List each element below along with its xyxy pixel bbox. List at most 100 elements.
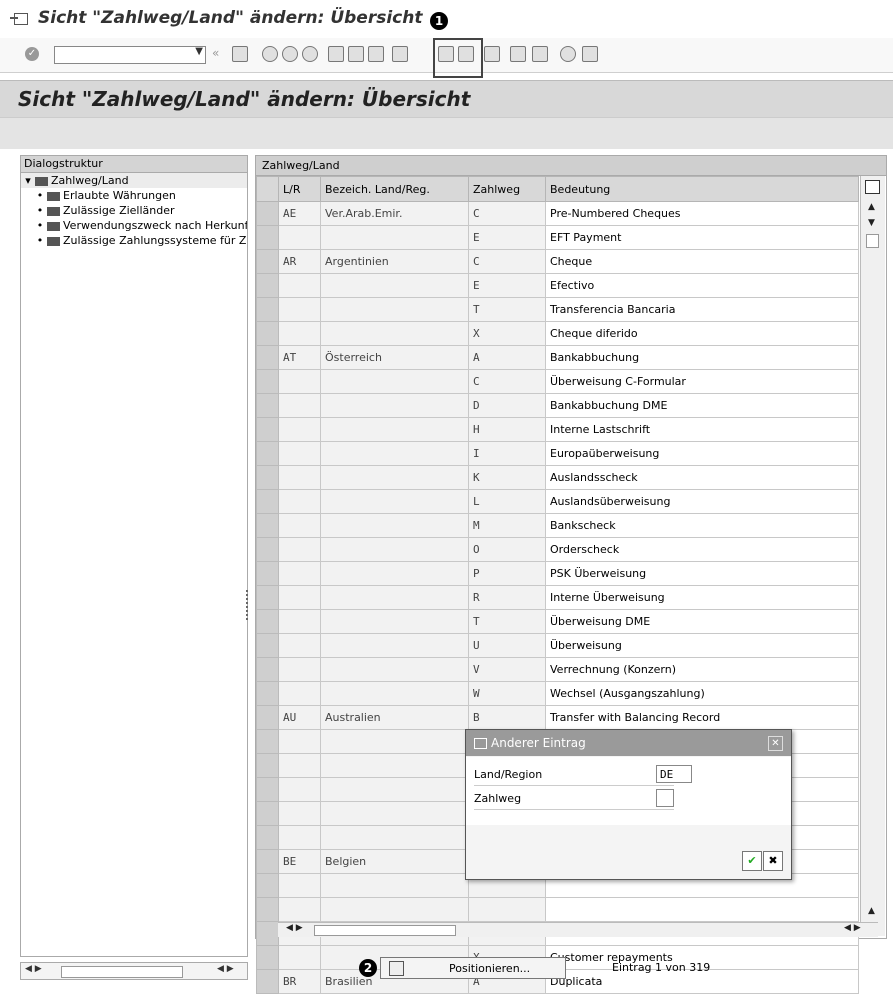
row-selector[interactable] xyxy=(256,441,279,466)
row-selector[interactable] xyxy=(256,657,279,682)
splitter-handle[interactable] xyxy=(246,590,252,620)
cancel-x-icon[interactable]: ✖ xyxy=(763,851,783,871)
table-horizontal-scrollbar[interactable]: ◀ ▶ ◀ ▶ xyxy=(278,922,878,937)
cell-bedeutung[interactable]: Europaüberweisung xyxy=(545,441,859,466)
row-selector[interactable] xyxy=(256,393,279,418)
table-row[interactable]: U Überweisung xyxy=(256,633,859,658)
close-icon[interactable]: ✕ xyxy=(768,736,783,751)
left-horizontal-scrollbar[interactable]: ◀ ▶ ◀ ▶ xyxy=(20,962,248,980)
expand-arrow-icon[interactable]: ▾ xyxy=(21,173,35,188)
checkmark-icon[interactable]: ✔ xyxy=(742,851,762,871)
table-row[interactable]: C Überweisung C-Formular xyxy=(256,369,859,394)
table-row[interactable]: T Transferencia Bancaria xyxy=(256,297,859,322)
row-selector[interactable] xyxy=(256,489,279,514)
dropdown-icon[interactable]: ▼ xyxy=(195,46,203,57)
table-row[interactable]: H Interne Lastschrift xyxy=(256,417,859,442)
row-selector[interactable] xyxy=(256,609,279,634)
table-row[interactable]: AE Ver.Arab.Emir. C Pre-Numbered Cheques xyxy=(256,201,859,226)
row-selector[interactable] xyxy=(256,321,279,346)
table-row[interactable]: E EFT Payment xyxy=(256,225,859,250)
print-icon[interactable] xyxy=(328,46,344,62)
command-field[interactable]: ▼ xyxy=(54,46,206,64)
select-all-header[interactable] xyxy=(256,176,279,202)
row-selector[interactable] xyxy=(256,561,279,586)
cell-bedeutung[interactable]: Bankscheck xyxy=(545,513,859,538)
cell-bedeutung[interactable]: Cheque diferido xyxy=(545,321,859,346)
cell-bedeutung[interactable]: Überweisung C-Formular xyxy=(545,369,859,394)
table-row[interactable]: T Überweisung DME xyxy=(256,609,859,634)
save-icon[interactable] xyxy=(232,46,248,62)
row-selector[interactable] xyxy=(256,369,279,394)
cell-bedeutung[interactable]: Efectivo xyxy=(545,273,859,298)
last-page-icon[interactable] xyxy=(484,46,500,62)
cell-bedeutung[interactable]: Interne Überweisung xyxy=(545,585,859,610)
cell-bedeutung[interactable]: Pre-Numbered Cheques xyxy=(545,201,859,226)
column-header-bedeutung[interactable]: Bedeutung xyxy=(545,176,859,202)
column-header-name[interactable]: Bezeich. Land/Reg. xyxy=(320,176,469,202)
table-row[interactable]: V Verrechnung (Konzern) xyxy=(256,657,859,682)
row-selector[interactable] xyxy=(256,705,279,730)
table-row[interactable]: AT Österreich A Bankabbuchung xyxy=(256,345,859,370)
vertical-scrollbar[interactable]: ▲ ▼ ▲ ▼ xyxy=(860,176,885,936)
table-row[interactable]: AU Australien B Transfer with Balancing Rec… xyxy=(256,705,859,730)
cell-bedeutung[interactable]: Bankabbuchung DME xyxy=(545,393,859,418)
row-selector[interactable] xyxy=(256,825,279,850)
row-selector[interactable] xyxy=(256,513,279,538)
row-selector[interactable] xyxy=(256,345,279,370)
window-menu-icon[interactable] xyxy=(10,13,28,25)
row-selector[interactable] xyxy=(256,897,279,922)
row-selector[interactable] xyxy=(256,873,279,898)
cell-bedeutung[interactable]: EFT Payment xyxy=(545,225,859,250)
find-next-icon[interactable] xyxy=(368,46,384,62)
tree-item-zahlweg-land[interactable]: ▾ Zahlweg/Land xyxy=(21,173,247,188)
scroll-right-icon[interactable]: ◀ ▶ xyxy=(217,964,234,974)
row-selector[interactable] xyxy=(256,801,279,826)
table-row[interactable]: X Cheque diferido xyxy=(256,321,859,346)
row-selector[interactable] xyxy=(256,753,279,778)
column-settings-icon[interactable] xyxy=(865,180,880,194)
table-row[interactable]: E Efectivo xyxy=(256,273,859,298)
tree-item-zahlungssysteme[interactable]: •Zulässige Zahlungssysteme für Zahlwege xyxy=(21,233,247,248)
table-row[interactable]: AR Argentinien C Cheque xyxy=(256,249,859,274)
land-region-input[interactable]: DE xyxy=(656,765,692,783)
row-selector[interactable] xyxy=(256,681,279,706)
help-icon[interactable] xyxy=(560,46,576,62)
cell-bedeutung[interactable]: Auslandsscheck xyxy=(545,465,859,490)
column-header-zahlweg[interactable]: Zahlweg xyxy=(468,176,546,202)
tree-item-zulaessige-ziellaender[interactable]: • Zulässige Zielländer xyxy=(21,203,247,218)
table-row[interactable]: I Europaüberweisung xyxy=(256,441,859,466)
shortcut-icon[interactable] xyxy=(532,46,548,62)
cell-bedeutung[interactable]: Verrechnung (Konzern) xyxy=(545,657,859,682)
row-selector[interactable] xyxy=(256,921,279,946)
exit-icon[interactable] xyxy=(282,46,298,62)
scroll-down-icon[interactable]: ▼ xyxy=(868,218,875,228)
cell-bedeutung[interactable]: Auslandsüberweisung xyxy=(545,489,859,514)
scroll-thumb[interactable] xyxy=(61,966,183,978)
row-selector[interactable] xyxy=(256,537,279,562)
scroll-left-icon[interactable]: ◀ ▶ xyxy=(25,964,42,974)
row-selector[interactable] xyxy=(256,465,279,490)
scroll-up-icon[interactable]: ▲ xyxy=(868,202,875,212)
cell-bedeutung[interactable]: Transfer with Balancing Record xyxy=(545,705,859,730)
row-selector[interactable] xyxy=(256,249,279,274)
position-button[interactable]: Positionieren... xyxy=(380,957,566,979)
table-row[interactable]: K Auslandsscheck xyxy=(256,465,859,490)
row-selector[interactable] xyxy=(256,585,279,610)
cell-bedeutung[interactable]: Cheque xyxy=(545,249,859,274)
row-selector[interactable] xyxy=(256,273,279,298)
table-row[interactable]: L Auslandsüberweisung xyxy=(256,489,859,514)
row-selector[interactable] xyxy=(256,777,279,802)
cell-bedeutung[interactable]: PSK Überweisung xyxy=(545,561,859,586)
table-row[interactable]: W Wechsel (Ausgangszahlung) xyxy=(256,681,859,706)
cell-bedeutung[interactable]: Transferencia Bancaria xyxy=(545,297,859,322)
cell-bedeutung[interactable]: Überweisung xyxy=(545,633,859,658)
cell-bedeutung[interactable]: Überweisung DME xyxy=(545,609,859,634)
row-selector[interactable] xyxy=(256,297,279,322)
row-selector[interactable] xyxy=(256,633,279,658)
table-row[interactable]: D Bankabbuchung DME xyxy=(256,393,859,418)
zahlweg-input[interactable] xyxy=(656,789,674,807)
dialog-titlebar[interactable]: Anderer Eintrag ✕ xyxy=(466,730,791,756)
cell-bedeutung[interactable]: Wechsel (Ausgangszahlung) xyxy=(545,681,859,706)
row-selector[interactable] xyxy=(256,849,279,874)
cancel-icon[interactable] xyxy=(302,46,318,62)
